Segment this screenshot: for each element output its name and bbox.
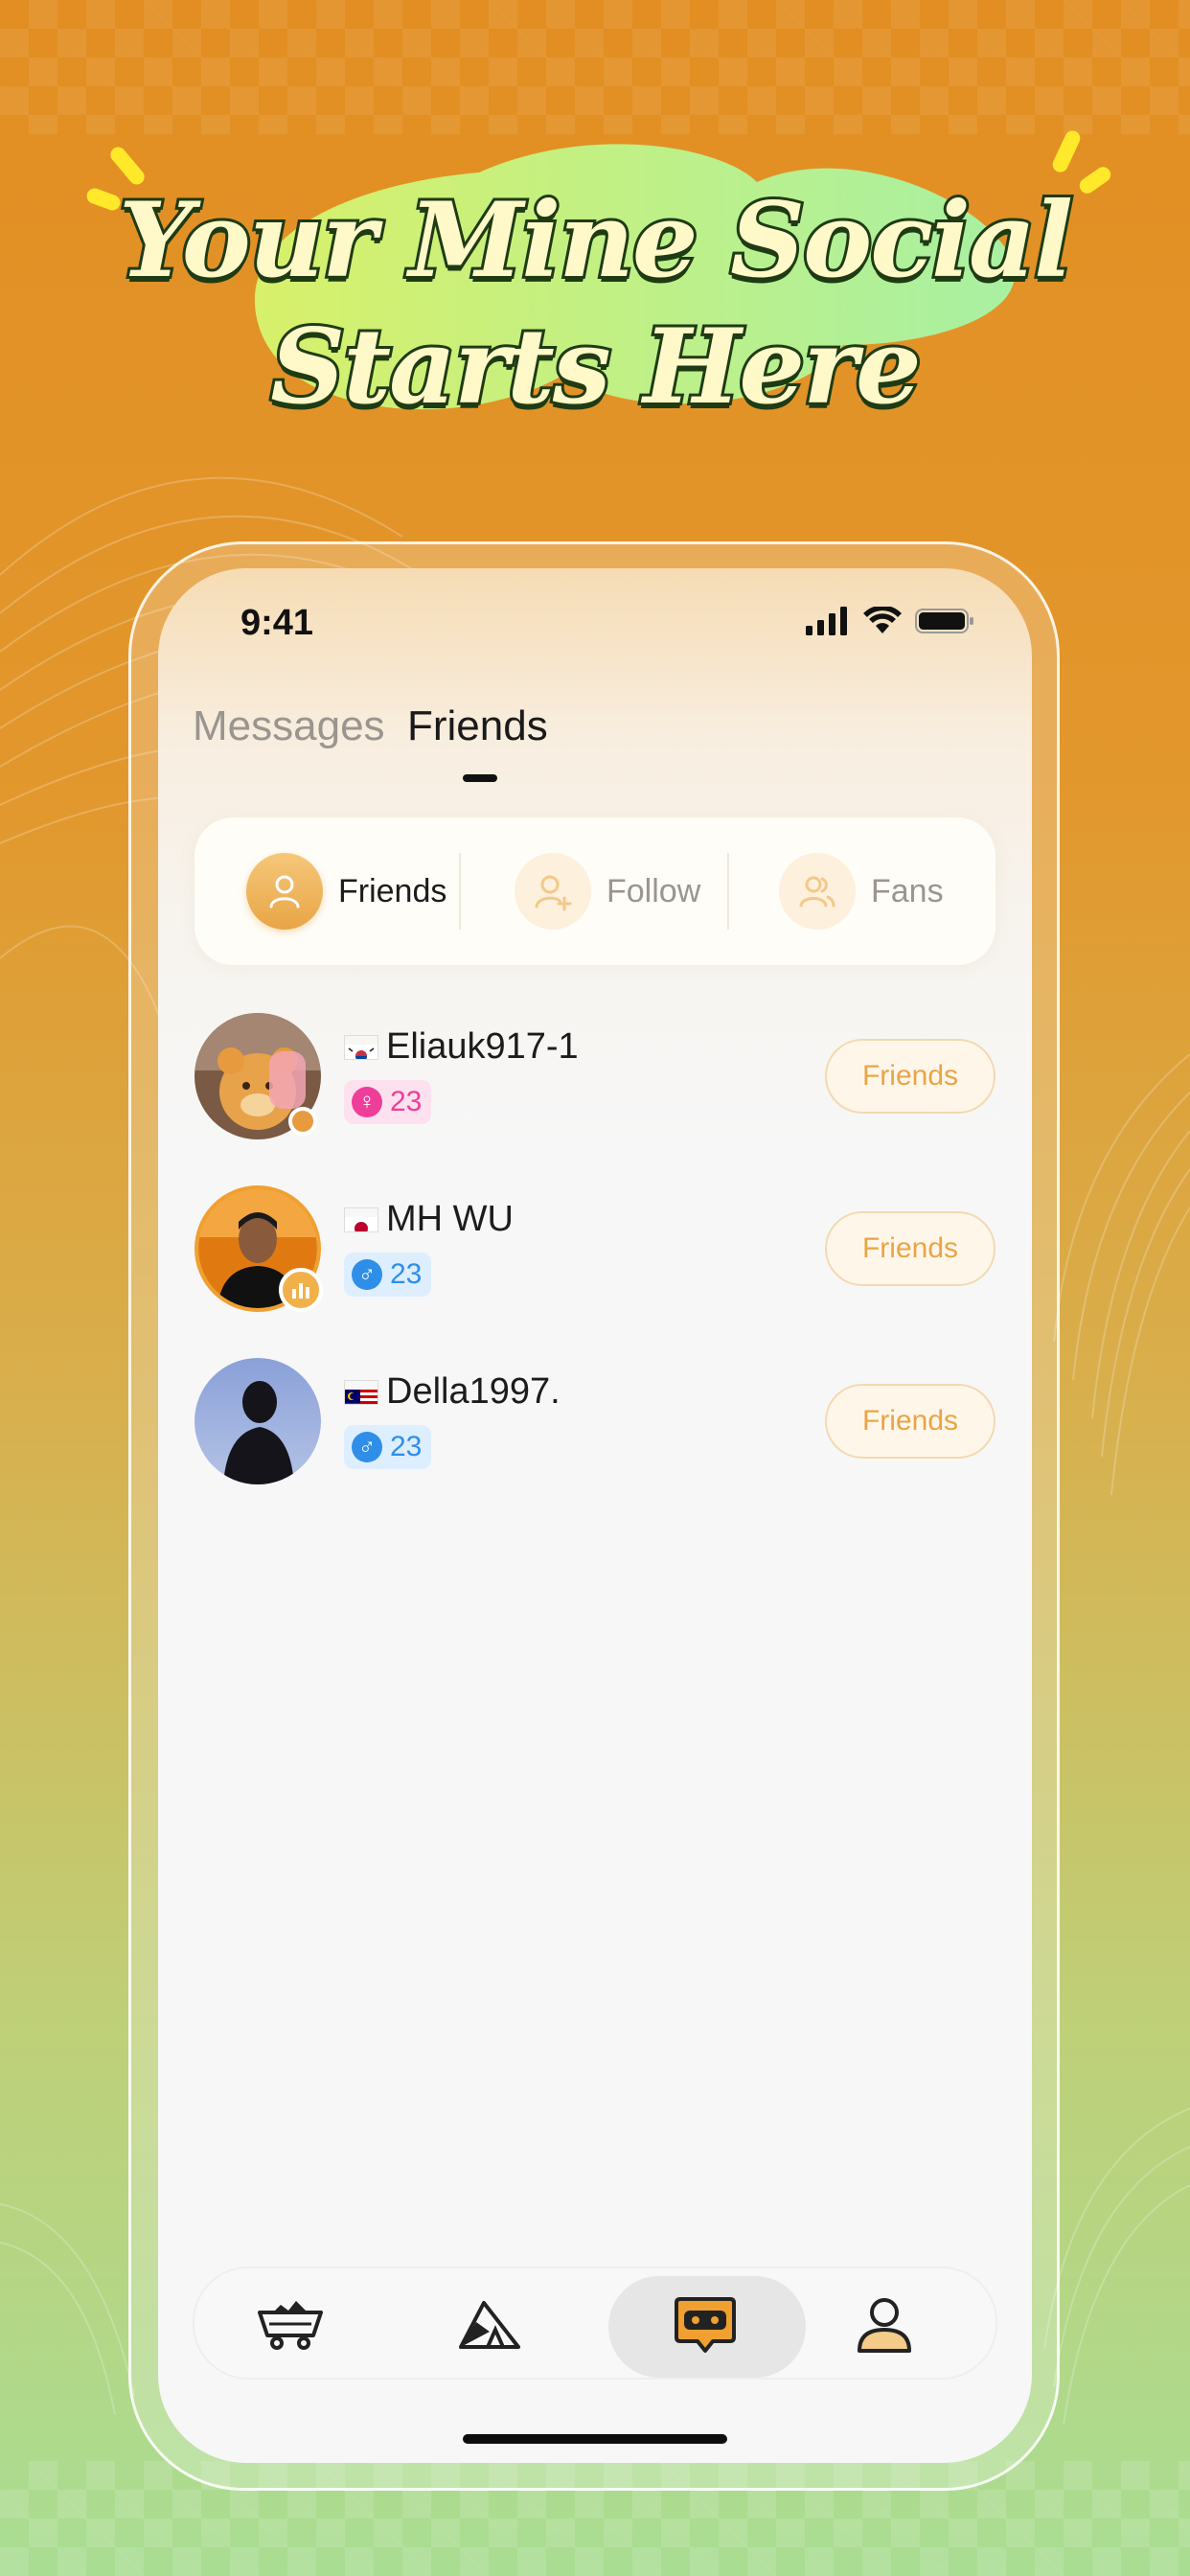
age-text: 23 bbox=[390, 1086, 423, 1117]
segment-follow-label: Follow bbox=[606, 872, 701, 909]
status-time: 9:41 bbox=[240, 603, 314, 643]
person-icon bbox=[246, 853, 323, 930]
male-icon: ♂ bbox=[352, 1432, 382, 1462]
friend-name-row: MH WU bbox=[344, 1199, 514, 1240]
age-text: 23 bbox=[390, 1258, 423, 1290]
live-icon bbox=[279, 1268, 323, 1312]
segment-fans[interactable]: Fans bbox=[779, 817, 944, 965]
headline-line-1: Your Mine Social bbox=[116, 177, 1076, 304]
age-text: 23 bbox=[390, 1431, 423, 1462]
person-add-icon bbox=[515, 853, 591, 930]
friend-name: MH WU bbox=[386, 1199, 514, 1239]
chat-face-icon[interactable] bbox=[671, 2293, 740, 2355]
segment-friends-label: Friends bbox=[338, 872, 447, 909]
my-flag-icon bbox=[344, 1379, 378, 1405]
segment-follow[interactable]: Follow bbox=[515, 817, 700, 965]
gender-age-badge: ♂ 23 bbox=[344, 1253, 432, 1297]
wifi-icon bbox=[863, 607, 902, 633]
friends-segment-control: Friends Follow Fans bbox=[195, 817, 995, 965]
segment-friends[interactable]: Friends bbox=[246, 817, 446, 965]
tab-active-indicator bbox=[463, 774, 497, 782]
friends-button[interactable]: Friends bbox=[825, 1384, 995, 1459]
online-status-dot bbox=[288, 1107, 317, 1136]
status-icons bbox=[806, 607, 974, 635]
friends-button[interactable]: Friends bbox=[825, 1211, 995, 1286]
female-icon: ♀ bbox=[352, 1087, 382, 1117]
bottom-nav bbox=[193, 2266, 997, 2380]
people-icon bbox=[779, 853, 856, 930]
friend-name-row: Della1997. bbox=[344, 1371, 561, 1413]
segment-fans-label: Fans bbox=[871, 872, 944, 909]
home-indicator[interactable] bbox=[463, 2434, 727, 2444]
battery-icon bbox=[915, 609, 973, 633]
friend-name: Della1997. bbox=[386, 1371, 561, 1412]
friend-name-row: Eliauk917-1 bbox=[344, 1026, 579, 1068]
headline-line-2: Starts Here bbox=[267, 304, 924, 430]
gender-age-badge: ♀ 23 bbox=[344, 1080, 432, 1124]
friends-button[interactable]: Friends bbox=[825, 1039, 995, 1114]
friend-row[interactable]: Della1997. ♂ 23 Friends bbox=[195, 1358, 995, 1484]
friend-name: Eliauk917-1 bbox=[386, 1026, 579, 1067]
gender-age-badge: ♂ 23 bbox=[344, 1425, 432, 1469]
minecart-icon[interactable] bbox=[256, 2293, 325, 2355]
friend-row[interactable]: MH WU ♂ 23 Friends bbox=[195, 1185, 995, 1312]
kr-flag-icon bbox=[344, 1034, 378, 1060]
phone-screen: 9:41 Messages Friends Friends Follow Fan… bbox=[158, 568, 1032, 2463]
signal-icon bbox=[806, 607, 847, 635]
profile-icon[interactable] bbox=[850, 2293, 919, 2355]
male-icon: ♂ bbox=[352, 1259, 382, 1290]
tab-messages[interactable]: Messages bbox=[193, 702, 385, 750]
segment-divider bbox=[459, 853, 461, 930]
segment-divider bbox=[727, 853, 729, 930]
friend-row[interactable]: Eliauk917-1 ♀ 23 Friends bbox=[195, 1013, 995, 1139]
tent-icon[interactable] bbox=[455, 2293, 524, 2355]
jp-flag-icon bbox=[344, 1207, 378, 1232]
avatar[interactable] bbox=[195, 1358, 321, 1484]
tab-friends[interactable]: Friends bbox=[407, 702, 548, 750]
headline: Your Mine Social Starts Here bbox=[0, 177, 1190, 430]
